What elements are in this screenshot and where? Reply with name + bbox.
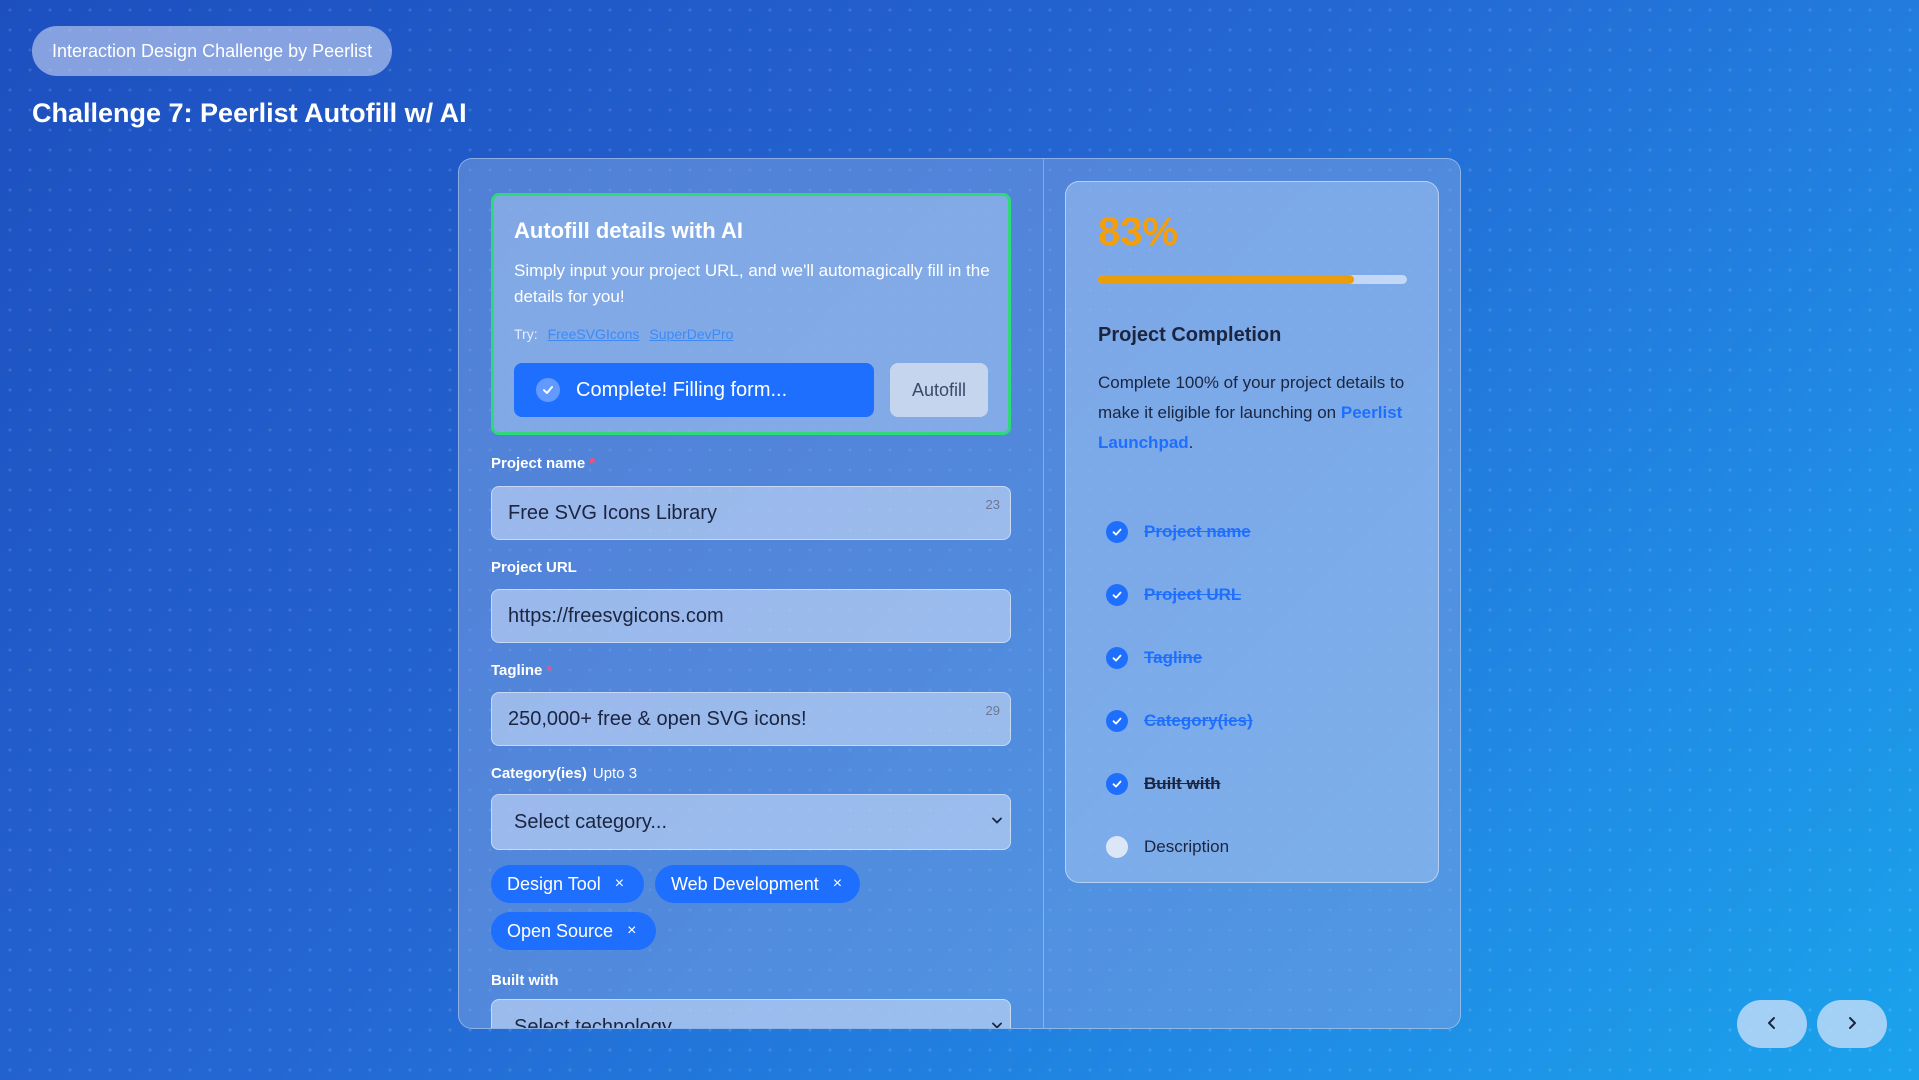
autofill-description: Simply input your project URL, and we'll… [514, 261, 990, 306]
checklist-item-label: Category(ies) [1144, 710, 1253, 730]
category-tag: Web Development × [655, 865, 860, 903]
category-tag-label: Web Development [671, 873, 819, 894]
built-with-label: Built with [491, 972, 559, 989]
category-tag-label: Open Source [507, 920, 614, 941]
check-icon [1106, 583, 1128, 606]
completion-checklist: Project name Project URL Tagline Category(i… [1106, 500, 1253, 878]
completion-title: Project Completion [1098, 324, 1282, 346]
completion-description: Complete 100% of your project details to… [1098, 368, 1408, 458]
check-icon [1106, 646, 1128, 669]
check-icon [1106, 520, 1128, 543]
form-pane: Autofill details with AI Simply input yo… [459, 159, 1044, 1028]
category-tag: Design Tool × [491, 865, 644, 903]
completion-percent: 83% [1098, 210, 1179, 254]
remove-tag-icon[interactable]: × [833, 875, 842, 893]
chevron-right-icon [1843, 1014, 1861, 1035]
tagline-value: 250,000+ free & open SVG icons! [508, 707, 807, 730]
project-name-input[interactable]: Free SVG Icons Library 23 [491, 486, 1011, 540]
completion-progress-fill [1098, 275, 1355, 284]
previous-button[interactable] [1737, 1000, 1807, 1048]
required-marker: * [589, 455, 596, 472]
description-period: . [1188, 433, 1194, 452]
autofill-title: Autofill details with AI [514, 218, 743, 243]
autofill-card: Autofill details with AI Simply input yo… [491, 193, 1011, 435]
project-name-label: Project name * [491, 455, 595, 472]
try-row: Try: FreeSVGIcons SuperDevPro [514, 326, 988, 342]
chevron-down-icon [990, 1016, 1004, 1028]
page-title: Challenge 7: Peerlist Autofill w/ AI [32, 98, 467, 128]
completion-card: 83% Project Completion Complete 100% of … [1065, 181, 1439, 883]
project-name-counter: 23 [985, 497, 1000, 512]
try-label: Try: [514, 326, 538, 342]
autofill-button[interactable]: Autofill [890, 363, 988, 417]
project-url-value: https://freesvgicons.com [508, 604, 724, 627]
category-label: Category(ies) Upto 3 [491, 765, 637, 782]
category-label-text: Category(ies) [491, 765, 587, 782]
chevron-down-icon [990, 811, 1004, 834]
remove-tag-icon[interactable]: × [615, 875, 624, 893]
checklist-item-label: Description [1144, 836, 1230, 856]
autofill-status-text: Complete! Filling form... [576, 378, 788, 401]
checklist-item-label: Tagline [1144, 647, 1203, 667]
checklist-item: Description [1106, 815, 1253, 878]
built-with-placeholder: Select technology... [514, 1015, 688, 1029]
completion-progress-bar [1098, 275, 1407, 284]
check-icon [1106, 772, 1128, 795]
category-select[interactable]: Select category... [491, 794, 1011, 850]
checklist-item: Project URL [1106, 563, 1253, 626]
app-window: Autofill details with AI Simply input yo… [458, 158, 1461, 1029]
category-tag-label: Design Tool [507, 873, 601, 894]
project-url-label-text: Project URL [491, 559, 577, 576]
category-tag: Open Source × [491, 912, 656, 950]
category-select-placeholder: Select category... [514, 810, 668, 833]
checklist-item: Built with [1106, 752, 1253, 815]
empty-circle-icon [1106, 835, 1128, 858]
chevron-left-icon [1763, 1014, 1781, 1035]
built-with-label-text: Built with [491, 972, 559, 989]
checklist-item-label: Built with [1144, 773, 1221, 793]
challenge-chip: Interaction Design Challenge by Peerlist [32, 26, 393, 76]
project-url-label: Project URL [491, 559, 577, 576]
tagline-label-text: Tagline [491, 662, 543, 679]
check-icon [536, 378, 560, 402]
tagline-counter: 29 [985, 703, 1000, 718]
category-limit-text: Upto 3 [592, 765, 638, 782]
try-link-freesvgicons[interactable]: FreeSVGIcons [548, 326, 640, 342]
checklist-item-label: Project name [1144, 521, 1251, 541]
try-link-superdevpro[interactable]: SuperDevPro [649, 326, 733, 342]
next-button[interactable] [1817, 1000, 1887, 1048]
required-marker: * [546, 662, 553, 679]
remove-tag-icon[interactable]: × [627, 922, 636, 940]
checklist-item: Project name [1106, 500, 1253, 563]
checklist-item-label: Project URL [1144, 584, 1242, 604]
completion-pane: 83% Project Completion Complete 100% of … [1043, 159, 1460, 1028]
checklist-item: Tagline [1106, 626, 1253, 689]
tagline-label: Tagline * [491, 662, 552, 679]
project-url-input[interactable]: https://freesvgicons.com [491, 589, 1011, 643]
built-with-select[interactable]: Select technology... [491, 999, 1011, 1028]
project-name-value: Free SVG Icons Library [508, 501, 717, 524]
project-name-label-text: Project name [491, 455, 586, 472]
autofill-status-input[interactable]: Complete! Filling form... [514, 363, 874, 417]
checklist-item: Category(ies) [1106, 689, 1253, 752]
autofill-actions: Complete! Filling form... Autofill [514, 363, 988, 417]
tagline-input[interactable]: 250,000+ free & open SVG icons! 29 [491, 692, 1011, 746]
check-icon [1106, 709, 1128, 732]
